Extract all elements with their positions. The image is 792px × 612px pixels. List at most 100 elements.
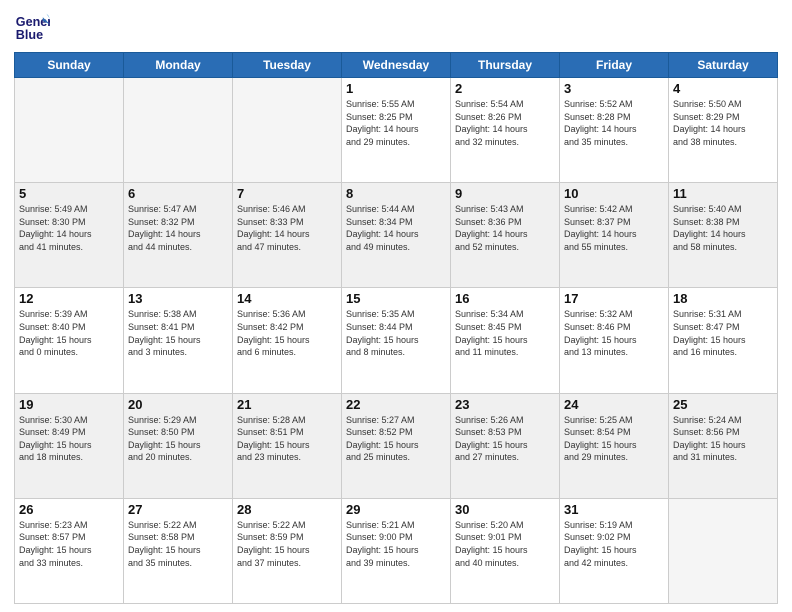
day-header-tuesday: Tuesday [233, 53, 342, 78]
day-number: 19 [19, 397, 119, 412]
calendar-cell: 7 Sunrise: 5:46 AM Sunset: 8:33 PM Daylig… [233, 183, 342, 288]
calendar-cell: 30Sunrise: 5:20 AM Sunset: 9:01 PM Dayli… [451, 498, 560, 603]
calendar-cell: 25 Sunrise: 5:24 AM Sunset: 8:56 PM Dayli… [669, 393, 778, 498]
day-info: Sunrise: 5:52 AM Sunset: 8:28 PM Dayligh… [564, 98, 664, 148]
day-info: Sunrise: 5:30 AM Sunset: 8:49 PM Dayligh… [19, 414, 119, 464]
day-info: Sunrise: 5:27 AM Sunset: 8:52 PM Dayligh… [346, 414, 446, 464]
day-info: Sunrise: 5:26 AM Sunset: 8:53 PM Dayligh… [455, 414, 555, 464]
calendar-cell: 22 Sunrise: 5:27 AM Sunset: 8:52 PM Dayli… [342, 393, 451, 498]
logo-icon: General Blue [14, 10, 50, 46]
calendar-cell: 11 Sunrise: 5:40 AM Sunset: 8:38 PM Dayli… [669, 183, 778, 288]
day-info: Sunrise: 5:28 AM Sunset: 8:51 PM Dayligh… [237, 414, 337, 464]
calendar-cell: 20Sunrise: 5:29 AM Sunset: 8:50 PM Dayli… [124, 393, 233, 498]
day-info: Sunrise: 5:40 AM Sunset: 8:38 PM Dayligh… [673, 203, 773, 253]
day-info: Sunrise: 5:36 AM Sunset: 8:42 PM Dayligh… [237, 308, 337, 358]
calendar-week-5: 26 Sunrise: 5:23 AM Sunset: 8:57 PM Dayli… [15, 498, 778, 603]
calendar-cell: 18 Sunrise: 5:31 AM Sunset: 8:47 PM Dayli… [669, 288, 778, 393]
day-number: 14 [237, 291, 337, 306]
calendar-cell: 17Sunrise: 5:32 AM Sunset: 8:46 PM Dayli… [560, 288, 669, 393]
day-number: 6 [128, 186, 228, 201]
calendar-cell: 28 Sunrise: 5:22 AM Sunset: 8:59 PM Dayli… [233, 498, 342, 603]
day-info: Sunrise: 5:49 AM Sunset: 8:30 PM Dayligh… [19, 203, 119, 253]
day-info: Sunrise: 5:35 AM Sunset: 8:44 PM Dayligh… [346, 308, 446, 358]
day-header-friday: Friday [560, 53, 669, 78]
day-info: Sunrise: 5:22 AM Sunset: 8:58 PM Dayligh… [128, 519, 228, 569]
day-number: 22 [346, 397, 446, 412]
day-number: 9 [455, 186, 555, 201]
day-info: Sunrise: 5:23 AM Sunset: 8:57 PM Dayligh… [19, 519, 119, 569]
calendar-cell: 26 Sunrise: 5:23 AM Sunset: 8:57 PM Dayli… [15, 498, 124, 603]
day-info: Sunrise: 5:29 AM Sunset: 8:50 PM Dayligh… [128, 414, 228, 464]
calendar-cell: 10 Sunrise: 5:42 AM Sunset: 8:37 PM Dayli… [560, 183, 669, 288]
day-info: Sunrise: 5:34 AM Sunset: 8:45 PM Dayligh… [455, 308, 555, 358]
calendar-cell: 2 Sunrise: 5:54 AM Sunset: 8:26 PM Daylig… [451, 78, 560, 183]
day-number: 5 [19, 186, 119, 201]
day-number: 10 [564, 186, 664, 201]
day-number: 3 [564, 81, 664, 96]
day-info: Sunrise: 5:19 AM Sunset: 9:02 PM Dayligh… [564, 519, 664, 569]
calendar-cell: 21 Sunrise: 5:28 AM Sunset: 8:51 PM Dayli… [233, 393, 342, 498]
calendar-cell: 9 Sunrise: 5:43 AM Sunset: 8:36 PM Daylig… [451, 183, 560, 288]
day-info: Sunrise: 5:20 AM Sunset: 9:01 PM Dayligh… [455, 519, 555, 569]
day-number: 31 [564, 502, 664, 517]
day-info: Sunrise: 5:55 AM Sunset: 8:25 PM Dayligh… [346, 98, 446, 148]
day-number: 1 [346, 81, 446, 96]
day-info: Sunrise: 5:50 AM Sunset: 8:29 PM Dayligh… [673, 98, 773, 148]
day-info: Sunrise: 5:54 AM Sunset: 8:26 PM Dayligh… [455, 98, 555, 148]
day-info: Sunrise: 5:25 AM Sunset: 8:54 PM Dayligh… [564, 414, 664, 464]
day-number: 17 [564, 291, 664, 306]
calendar-cell [669, 498, 778, 603]
calendar-cell: 8Sunrise: 5:44 AM Sunset: 8:34 PM Daylig… [342, 183, 451, 288]
day-info: Sunrise: 5:21 AM Sunset: 9:00 PM Dayligh… [346, 519, 446, 569]
day-number: 13 [128, 291, 228, 306]
day-number: 25 [673, 397, 773, 412]
day-number: 2 [455, 81, 555, 96]
day-number: 12 [19, 291, 119, 306]
day-info: Sunrise: 5:31 AM Sunset: 8:47 PM Dayligh… [673, 308, 773, 358]
calendar-cell: 6 Sunrise: 5:47 AM Sunset: 8:32 PM Daylig… [124, 183, 233, 288]
day-number: 4 [673, 81, 773, 96]
svg-text:Blue: Blue [16, 28, 43, 42]
days-header-row: SundayMondayTuesdayWednesdayThursdayFrid… [15, 53, 778, 78]
day-info: Sunrise: 5:43 AM Sunset: 8:36 PM Dayligh… [455, 203, 555, 253]
day-number: 27 [128, 502, 228, 517]
calendar-cell: 14 Sunrise: 5:36 AM Sunset: 8:42 PM Dayli… [233, 288, 342, 393]
day-number: 23 [455, 397, 555, 412]
calendar-cell [15, 78, 124, 183]
day-info: Sunrise: 5:39 AM Sunset: 8:40 PM Dayligh… [19, 308, 119, 358]
calendar-table: SundayMondayTuesdayWednesdayThursdayFrid… [14, 52, 778, 604]
calendar-cell: 23 Sunrise: 5:26 AM Sunset: 8:53 PM Dayli… [451, 393, 560, 498]
calendar-cell: 3 Sunrise: 5:52 AM Sunset: 8:28 PM Daylig… [560, 78, 669, 183]
day-info: Sunrise: 5:46 AM Sunset: 8:33 PM Dayligh… [237, 203, 337, 253]
calendar-cell: 19 Sunrise: 5:30 AM Sunset: 8:49 PM Dayli… [15, 393, 124, 498]
day-number: 24 [564, 397, 664, 412]
day-info: Sunrise: 5:42 AM Sunset: 8:37 PM Dayligh… [564, 203, 664, 253]
day-number: 11 [673, 186, 773, 201]
logo: General Blue [14, 10, 54, 46]
day-number: 16 [455, 291, 555, 306]
day-info: Sunrise: 5:47 AM Sunset: 8:32 PM Dayligh… [128, 203, 228, 253]
calendar-cell: 12 Sunrise: 5:39 AM Sunset: 8:40 PM Dayli… [15, 288, 124, 393]
day-number: 29 [346, 502, 446, 517]
day-number: 7 [237, 186, 337, 201]
day-number: 18 [673, 291, 773, 306]
calendar-cell: 24 Sunrise: 5:25 AM Sunset: 8:54 PM Dayli… [560, 393, 669, 498]
calendar-cell: 29 Sunrise: 5:21 AM Sunset: 9:00 PM Dayli… [342, 498, 451, 603]
calendar-week-4: 19 Sunrise: 5:30 AM Sunset: 8:49 PM Dayli… [15, 393, 778, 498]
day-info: Sunrise: 5:44 AM Sunset: 8:34 PM Dayligh… [346, 203, 446, 253]
day-header-wednesday: Wednesday [342, 53, 451, 78]
day-number: 15 [346, 291, 446, 306]
day-header-thursday: Thursday [451, 53, 560, 78]
day-header-saturday: Saturday [669, 53, 778, 78]
calendar-cell: 4 Sunrise: 5:50 AM Sunset: 8:29 PM Daylig… [669, 78, 778, 183]
day-info: Sunrise: 5:22 AM Sunset: 8:59 PM Dayligh… [237, 519, 337, 569]
day-info: Sunrise: 5:24 AM Sunset: 8:56 PM Dayligh… [673, 414, 773, 464]
day-number: 28 [237, 502, 337, 517]
calendar-cell: 16 Sunrise: 5:34 AM Sunset: 8:45 PM Dayli… [451, 288, 560, 393]
calendar-cell: 13 Sunrise: 5:38 AM Sunset: 8:41 PM Dayli… [124, 288, 233, 393]
day-number: 21 [237, 397, 337, 412]
calendar-cell: 5 Sunrise: 5:49 AM Sunset: 8:30 PM Daylig… [15, 183, 124, 288]
day-info: Sunrise: 5:38 AM Sunset: 8:41 PM Dayligh… [128, 308, 228, 358]
day-number: 26 [19, 502, 119, 517]
page: General Blue SundayMondayTuesdayWednesda… [0, 0, 792, 612]
